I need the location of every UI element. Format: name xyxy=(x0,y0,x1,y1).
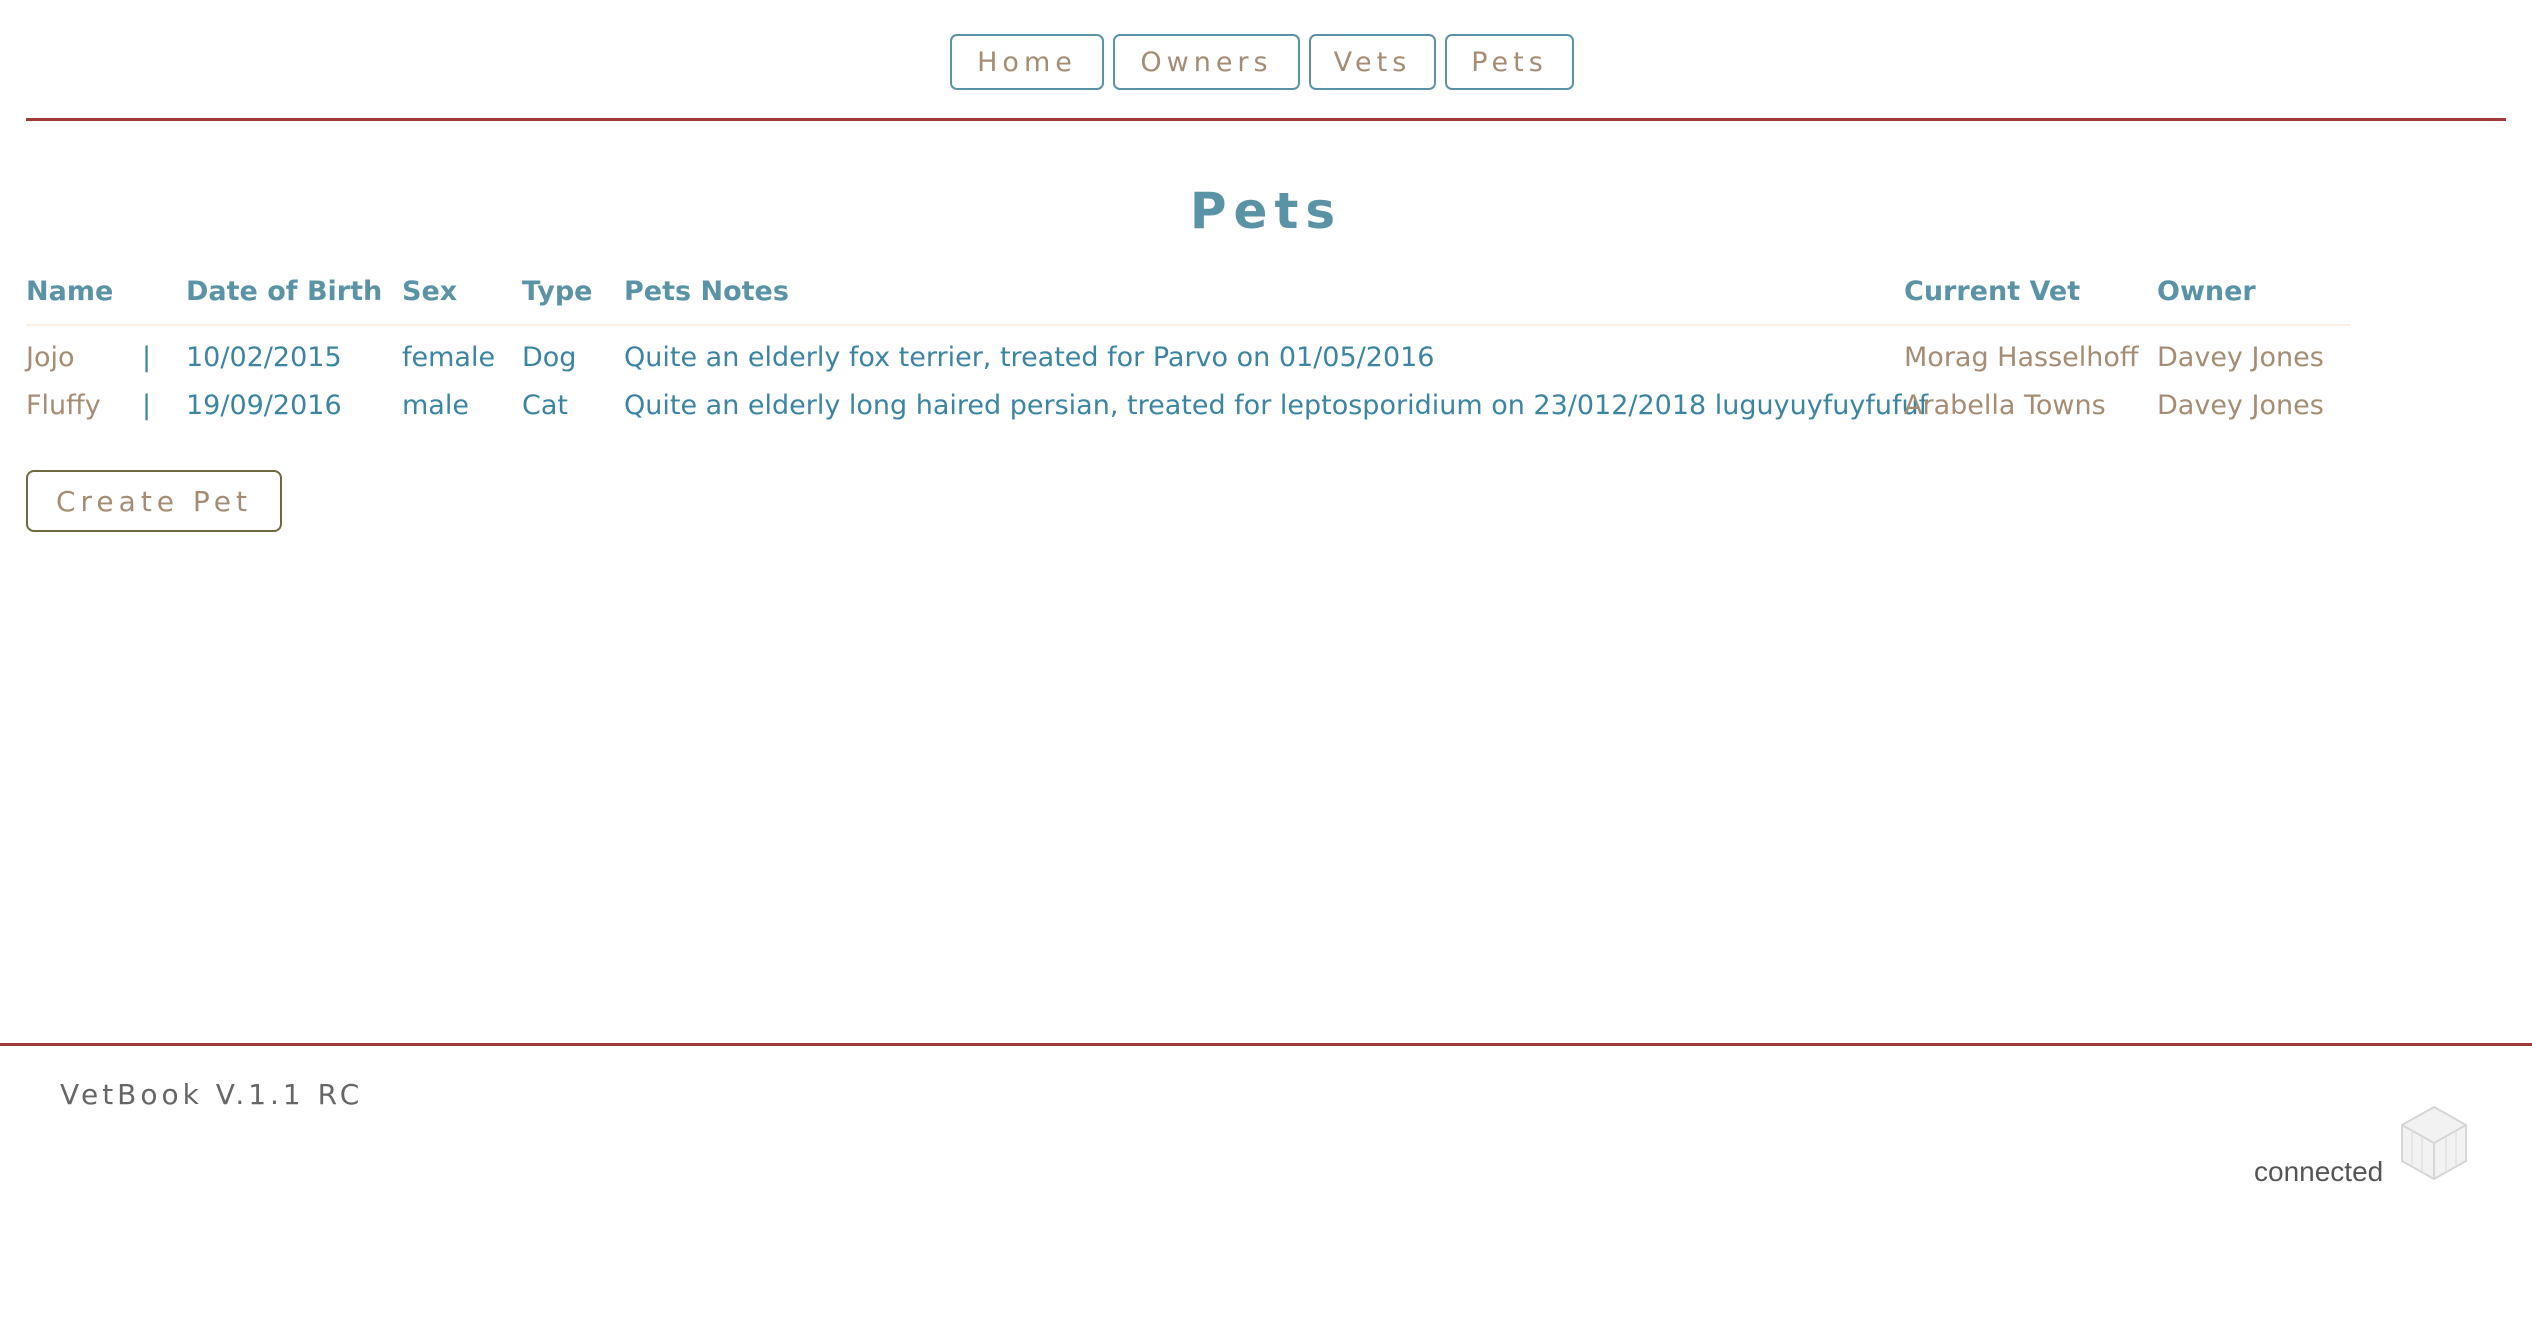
nav-button-group: Home Owners Vets Pets xyxy=(950,34,1574,90)
pet-type: Cat xyxy=(522,390,568,421)
cube-icon xyxy=(2398,1103,2470,1183)
app-version: VetBook V.1.1 RC xyxy=(60,1078,364,1111)
column-separator: | xyxy=(142,390,152,421)
nav-vets-button[interactable]: Vets xyxy=(1309,34,1436,90)
pet-dob: 19/09/2016 xyxy=(186,390,342,421)
footer-divider xyxy=(0,1043,2532,1046)
pets-table: Name Date of Birth Sex Type Pets Notes C… xyxy=(26,270,2351,438)
pet-owner-link[interactable]: Davey Jones xyxy=(2157,390,2324,421)
table-header-row: Name Date of Birth Sex Type Pets Notes C… xyxy=(26,270,2351,326)
column-separator: | xyxy=(142,342,152,373)
top-nav: Home Owners Vets Pets xyxy=(0,34,2532,90)
header-owner: Owner xyxy=(2157,276,2256,307)
table-row[interactable]: Jojo | 10/02/2015 female Dog Quite an el… xyxy=(26,342,2351,390)
nav-home-button[interactable]: Home xyxy=(950,34,1104,90)
pet-sex: female xyxy=(402,342,496,373)
pet-dob: 10/02/2015 xyxy=(186,342,342,373)
pet-sex: male xyxy=(402,390,469,421)
header-type: Type xyxy=(522,276,593,307)
pet-owner-link[interactable]: Davey Jones xyxy=(2157,342,2324,373)
header-divider xyxy=(26,118,2506,121)
pet-vet-link[interactable]: Arabella Towns xyxy=(1904,390,2106,421)
create-pet-button[interactable]: Create Pet xyxy=(26,470,282,532)
page: Home Owners Vets Pets Pets Name Date of … xyxy=(0,0,2532,1344)
header-dob: Date of Birth xyxy=(186,276,383,307)
header-current-vet: Current Vet xyxy=(1904,276,2081,307)
table-row[interactable]: Fluffy | 19/09/2016 male Cat Quite an el… xyxy=(26,390,2351,438)
header-notes: Pets Notes xyxy=(624,276,789,307)
nav-pets-button[interactable]: Pets xyxy=(1445,34,1574,90)
pet-notes: Quite an elderly fox terrier, treated fo… xyxy=(624,342,1435,373)
pet-type: Dog xyxy=(522,342,577,373)
nav-owners-button[interactable]: Owners xyxy=(1113,34,1300,90)
page-title: Pets xyxy=(1189,182,1343,240)
header-sex: Sex xyxy=(402,276,458,307)
pet-name-link[interactable]: Jojo xyxy=(26,342,75,373)
pet-vet-link[interactable]: Morag Hasselhoff xyxy=(1904,342,2139,373)
pet-name-link[interactable]: Fluffy xyxy=(26,390,101,421)
connection-status: connected xyxy=(2254,1156,2384,1187)
pet-notes: Quite an elderly long haired persian, tr… xyxy=(624,390,1929,421)
header-name: Name xyxy=(26,276,114,307)
